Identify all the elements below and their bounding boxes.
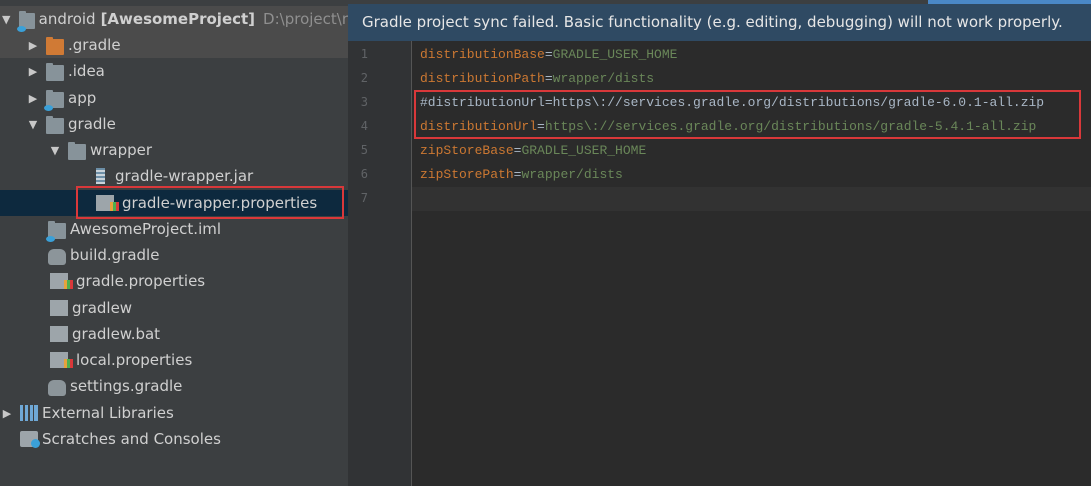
- folder-orange-icon: [46, 36, 64, 55]
- tree-item-label: gradlew.bat: [72, 325, 161, 343]
- tree-item-wrapper[interactable]: ▼ wrapper: [0, 137, 348, 163]
- tree-item-idea[interactable]: ▶ .idea: [0, 58, 348, 84]
- tree-item-label: gradle-wrapper.jar: [115, 167, 254, 185]
- tree-item-gradle[interactable]: ▼ gradle: [0, 111, 348, 137]
- gradle-elephant-icon: [48, 379, 66, 396]
- tree-item-awesomeproject-iml[interactable]: AwesomeProject.iml: [0, 216, 348, 242]
- project-tree-panel: ▼ android [AwesomeProject] D:\project\r …: [0, 0, 348, 486]
- tree-item-label: android: [38, 10, 96, 28]
- line-number: 7: [360, 191, 368, 205]
- property-key: zipStorePath: [420, 167, 514, 182]
- line-number: 4: [360, 119, 368, 133]
- collapse-arrow-icon[interactable]: ▼: [0, 13, 13, 26]
- gradle-elephant-icon: [48, 248, 66, 265]
- folder-icon: [46, 115, 64, 134]
- module-name-label: [AwesomeProject]: [100, 10, 256, 28]
- libraries-icon: [20, 405, 38, 421]
- collapse-arrow-icon[interactable]: ▼: [48, 144, 62, 157]
- tree-item-label: gradle.properties: [76, 272, 206, 290]
- tree-item-label: .idea: [68, 62, 105, 80]
- tree-item-label: gradlew: [72, 299, 133, 317]
- code-line-7-current[interactable]: [412, 187, 1091, 211]
- expand-arrow-icon[interactable]: ▶: [26, 92, 40, 105]
- tree-item-gradlew-bat[interactable]: gradlew.bat: [0, 321, 348, 347]
- code-line-6[interactable]: zipStorePath=wrapper/dists: [412, 163, 1091, 187]
- editor-panel: Gradle project sync failed. Basic functi…: [348, 0, 1091, 486]
- tree-item-label: AwesomeProject.iml: [70, 220, 222, 238]
- tree-item-label: External Libraries: [42, 404, 174, 422]
- property-value: GRADLE_USER_HOME: [552, 47, 678, 62]
- line-number-gutter: 1 2 3 4 5 6 7: [348, 41, 412, 486]
- tree-item-label: app: [68, 89, 97, 107]
- folder-icon: [46, 62, 64, 81]
- property-key: distributionBase: [420, 47, 545, 62]
- line-number: 5: [360, 143, 368, 157]
- tree-item-label: Scratches and Consoles: [42, 430, 221, 448]
- tree-item-label: build.gradle: [70, 246, 160, 264]
- tree-item-dot-gradle[interactable]: ▶ .gradle: [0, 32, 348, 58]
- line-number: 3: [360, 95, 368, 109]
- tree-item-gradle-properties[interactable]: gradle.properties: [0, 268, 348, 294]
- code-line-1[interactable]: distributionBase=GRADLE_USER_HOME: [412, 43, 1091, 67]
- collapse-arrow-icon[interactable]: ▼: [26, 118, 40, 131]
- tree-item-label: .gradle: [68, 36, 121, 54]
- line-number: 1: [360, 47, 368, 61]
- tree-item-external-libraries[interactable]: ▶ External Libraries: [0, 400, 348, 426]
- ide-window: ▼ android [AwesomeProject] D:\project\r …: [0, 0, 1091, 486]
- scratches-icon: [20, 431, 40, 448]
- tree-item-label: wrapper: [90, 141, 153, 159]
- tree-item-android-root[interactable]: ▼ android [AwesomeProject] D:\project\r: [0, 6, 348, 32]
- properties-file-icon: [50, 352, 73, 368]
- tree-item-label: gradle: [68, 115, 116, 133]
- text-file-icon: [50, 300, 68, 316]
- code-line-5[interactable]: zipStoreBase=GRADLE_USER_HOME: [412, 139, 1091, 163]
- project-path-label: D:\project\r: [263, 10, 348, 28]
- module-file-icon: [46, 220, 66, 242]
- property-key: zipStoreBase: [420, 143, 514, 158]
- folder-module-icon: [16, 10, 35, 32]
- line-number: 6: [360, 167, 368, 181]
- tree-item-local-properties[interactable]: local.properties: [0, 347, 348, 373]
- distribution-url-highlight-box: [414, 90, 1081, 139]
- property-value: wrapper/dists: [521, 167, 623, 182]
- code-line-2[interactable]: distributionPath=wrapper/dists: [412, 67, 1091, 91]
- tree-item-scratches-and-consoles[interactable]: Scratches and Consoles: [0, 426, 348, 452]
- line-number: 2: [360, 71, 368, 85]
- property-key: distributionPath: [420, 71, 545, 86]
- tree-item-app[interactable]: ▶ app: [0, 85, 348, 111]
- expand-arrow-icon[interactable]: ▶: [26, 65, 40, 78]
- properties-file-icon: [50, 273, 73, 289]
- folder-module-icon: [44, 89, 64, 111]
- folder-icon: [68, 141, 86, 160]
- tree-item-label: settings.gradle: [70, 377, 183, 395]
- expand-arrow-icon[interactable]: ▶: [26, 39, 40, 52]
- tree-item-settings-gradle[interactable]: settings.gradle: [0, 373, 348, 399]
- property-value: GRADLE_USER_HOME: [521, 143, 647, 158]
- selected-file-highlight-box: [76, 186, 344, 219]
- property-value: wrapper/dists: [552, 71, 655, 86]
- text-file-icon: [50, 326, 68, 342]
- tree-item-build-gradle[interactable]: build.gradle: [0, 242, 348, 268]
- tree-item-label: local.properties: [76, 351, 193, 369]
- expand-arrow-icon[interactable]: ▶: [0, 407, 14, 420]
- jar-file-icon: [96, 168, 105, 184]
- sync-failed-banner: Gradle project sync failed. Basic functi…: [348, 4, 1091, 41]
- tree-item-gradlew[interactable]: gradlew: [0, 295, 348, 321]
